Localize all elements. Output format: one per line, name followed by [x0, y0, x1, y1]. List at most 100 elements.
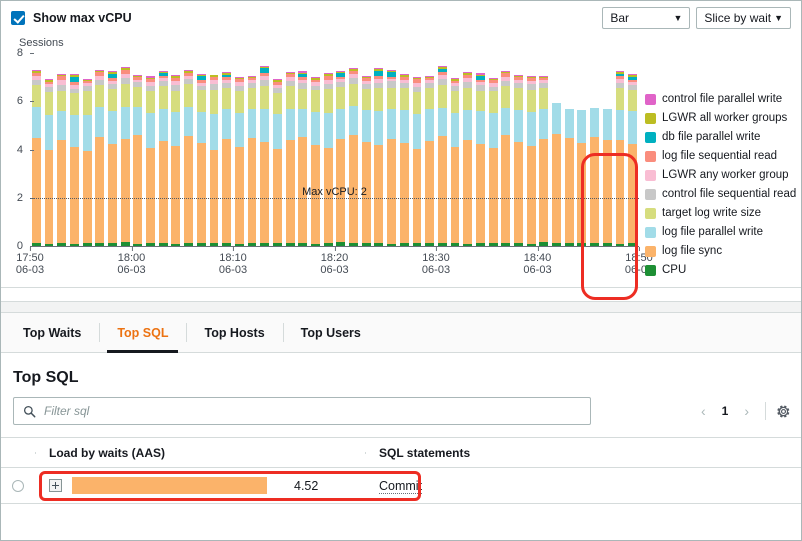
tab-top-waits[interactable]: Top Waits	[5, 313, 99, 352]
bar-slot[interactable]	[296, 53, 309, 246]
bar-slot[interactable]	[538, 53, 551, 246]
stacked-bar[interactable]	[577, 110, 586, 246]
stacked-bar[interactable]	[171, 75, 180, 246]
stacked-bar[interactable]	[32, 70, 41, 246]
stacked-bar[interactable]	[501, 71, 510, 246]
stacked-bars[interactable]	[30, 53, 639, 246]
bar-slot[interactable]	[271, 53, 284, 246]
stacked-bar[interactable]	[222, 72, 231, 246]
stacked-bar[interactable]	[451, 78, 460, 246]
bar-slot[interactable]	[347, 53, 360, 246]
bar-slot[interactable]	[563, 53, 576, 246]
stacked-bar[interactable]	[539, 76, 548, 246]
bar-slot[interactable]	[93, 53, 106, 246]
bar-slot[interactable]	[360, 53, 373, 246]
bar-slot[interactable]	[576, 53, 589, 246]
stacked-bar[interactable]	[565, 109, 574, 246]
bar-slot[interactable]	[626, 53, 639, 246]
tab-top-users[interactable]: Top Users	[283, 313, 379, 352]
legend-item[interactable]: control file sequential read	[645, 185, 801, 203]
stacked-bar[interactable]	[476, 73, 485, 246]
bar-slot[interactable]	[525, 53, 538, 246]
legend-item[interactable]: target log write size	[645, 204, 801, 222]
tab-top-sql[interactable]: Top SQL	[99, 313, 186, 352]
chart-legend[interactable]: control file parallel writeLGWR all work…	[645, 90, 801, 279]
stacked-bar[interactable]	[425, 76, 434, 246]
stacked-bar[interactable]	[286, 72, 295, 246]
prev-page-button[interactable]: ‹	[695, 403, 712, 419]
bar-slot[interactable]	[309, 53, 322, 246]
current-page-number[interactable]: 1	[716, 404, 735, 418]
stacked-bar[interactable]	[95, 70, 104, 246]
stacked-bar[interactable]	[298, 71, 307, 246]
bar-slot[interactable]	[423, 53, 436, 246]
settings-gear-button[interactable]	[776, 404, 791, 419]
legend-item[interactable]: log file sync	[645, 242, 801, 260]
search-input[interactable]: Filter sql	[13, 397, 591, 425]
legend-item[interactable]: LGWR any worker group	[645, 166, 801, 184]
load-column-header[interactable]: Load by waits (AAS)	[35, 446, 365, 460]
checkbox-checked-icon[interactable]	[11, 11, 25, 25]
stacked-bar[interactable]	[108, 71, 117, 246]
row-select-cell[interactable]	[1, 480, 35, 492]
legend-item[interactable]: LGWR all worker groups	[645, 109, 801, 127]
sql-statement-link[interactable]: Commit	[379, 479, 422, 494]
bar-slot[interactable]	[284, 53, 297, 246]
stacked-bar[interactable]	[159, 71, 168, 246]
tab-top-hosts[interactable]: Top Hosts	[186, 313, 282, 352]
bar-slot[interactable]	[588, 53, 601, 246]
bar-slot[interactable]	[106, 53, 119, 246]
bar-slot[interactable]	[614, 53, 627, 246]
bar-slot[interactable]	[144, 53, 157, 246]
expand-row-icon[interactable]	[49, 479, 62, 492]
legend-item[interactable]: log file sequential read	[645, 147, 801, 165]
stacked-bar[interactable]	[336, 71, 345, 246]
bar-slot[interactable]	[601, 53, 614, 246]
bar-slot[interactable]	[436, 53, 449, 246]
bar-slot[interactable]	[449, 53, 462, 246]
chart-type-dropdown[interactable]: Bar ▼	[602, 7, 690, 29]
bar-slot[interactable]	[195, 53, 208, 246]
legend-item[interactable]: db file parallel write	[645, 128, 801, 146]
stacked-bar[interactable]	[45, 79, 54, 246]
bar-slot[interactable]	[119, 53, 132, 246]
stacked-bar[interactable]	[413, 77, 422, 246]
bar-slot[interactable]	[81, 53, 94, 246]
legend-item[interactable]: control file parallel write	[645, 90, 801, 108]
stacked-bar[interactable]	[590, 108, 599, 246]
stacked-bar[interactable]	[374, 68, 383, 246]
bar-slot[interactable]	[487, 53, 500, 246]
stacked-bar[interactable]	[463, 72, 472, 246]
bar-slot[interactable]	[499, 53, 512, 246]
bar-slot[interactable]	[246, 53, 259, 246]
stacked-bar[interactable]	[628, 74, 637, 246]
stacked-bar[interactable]	[438, 66, 447, 246]
stacked-bar[interactable]	[57, 74, 66, 246]
stacked-bar[interactable]	[603, 109, 612, 246]
stacked-bar[interactable]	[387, 70, 396, 246]
bar-slot[interactable]	[373, 53, 386, 246]
stacked-bar[interactable]	[210, 75, 219, 247]
stacked-bar[interactable]	[527, 76, 536, 247]
stacked-bar[interactable]	[324, 73, 333, 246]
stacked-bar[interactable]	[184, 70, 193, 246]
bar-slot[interactable]	[170, 53, 183, 246]
bar-slot[interactable]	[385, 53, 398, 246]
stacked-bar[interactable]	[146, 76, 155, 246]
show-max-vcpu-checkbox[interactable]: Show max vCPU	[11, 11, 132, 25]
bar-slot[interactable]	[411, 53, 424, 246]
bar-slot[interactable]	[461, 53, 474, 246]
bar-slot[interactable]	[258, 53, 271, 246]
stacked-bar[interactable]	[248, 76, 257, 246]
stacked-bar[interactable]	[362, 76, 371, 246]
stacked-bar[interactable]	[616, 71, 625, 246]
stacked-bar[interactable]	[83, 79, 92, 246]
legend-item[interactable]: CPU	[645, 261, 801, 279]
stacked-bar[interactable]	[273, 79, 282, 246]
bar-slot[interactable]	[335, 53, 348, 246]
next-page-button[interactable]: ›	[738, 403, 755, 419]
bar-slot[interactable]	[157, 53, 170, 246]
dimension-tabs[interactable]: Top WaitsTop SQLTop HostsTop Users	[1, 313, 801, 353]
stacked-bar[interactable]	[235, 77, 244, 246]
bar-slot[interactable]	[512, 53, 525, 246]
